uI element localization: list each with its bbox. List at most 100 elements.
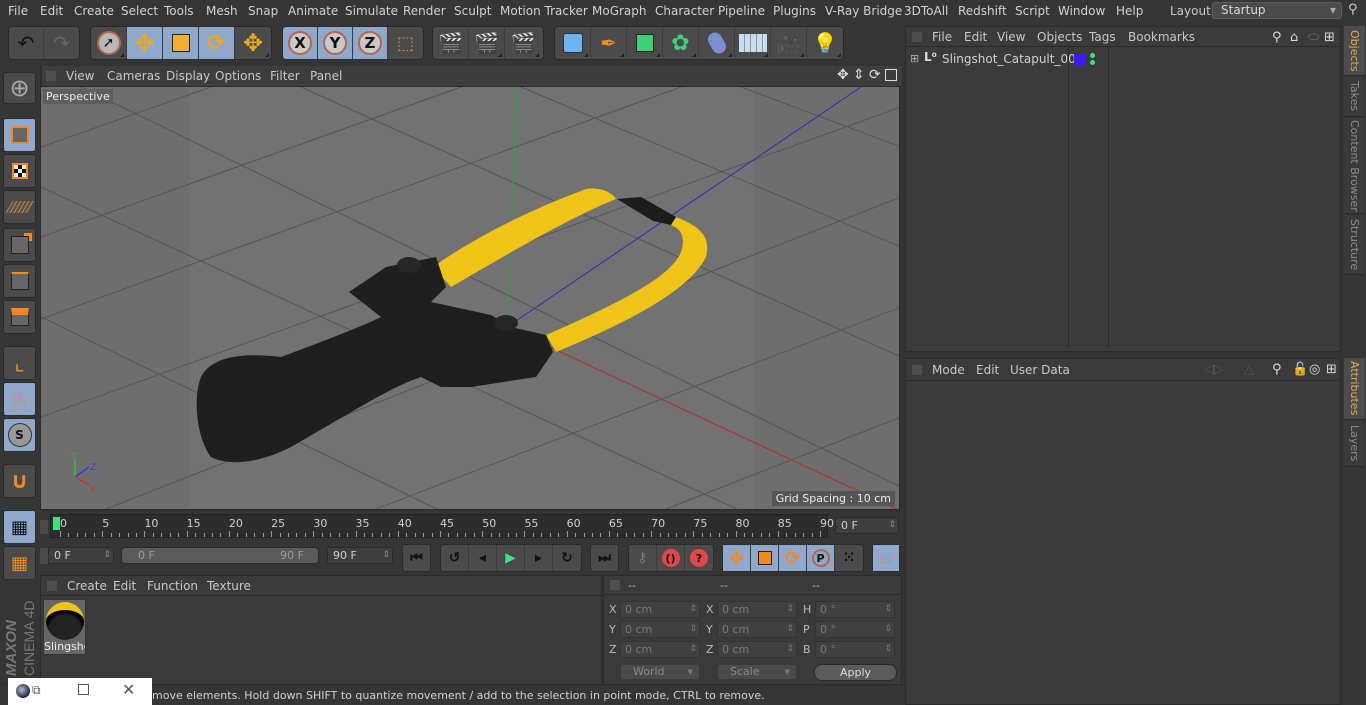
next-frame-button[interactable]: ▸ <box>525 545 553 571</box>
viewport-menu-filter[interactable]: Filter <box>270 69 300 83</box>
zoom-view-icon[interactable]: ⇕ <box>853 67 865 83</box>
add-floor-button[interactable] <box>735 27 771 59</box>
panel-grip-icon[interactable] <box>912 365 922 375</box>
render-settings-button[interactable]: 🎬 <box>505 27 541 59</box>
menu-plugins[interactable]: Plugins <box>773 4 816 18</box>
add-cloner-button[interactable]: ✿ <box>663 27 699 59</box>
size-y-field[interactable]: 0 cm <box>717 621 797 638</box>
next-key-button[interactable]: ↻ <box>553 545 581 571</box>
viewport-menu-view[interactable]: View <box>66 69 94 83</box>
add-light-button[interactable]: 💡 <box>807 27 843 59</box>
layout-dropdown[interactable]: Startup <box>1212 2 1342 19</box>
menu-tools[interactable]: Tools <box>164 4 194 18</box>
timeline-window-button[interactable]: ▤ <box>872 544 900 572</box>
key-parameter-button[interactable]: P <box>807 545 835 571</box>
search-icon[interactable]: ⚲ <box>1272 30 1282 45</box>
rotate-tool-button[interactable]: ⟳ <box>199 27 235 59</box>
start-frame-field[interactable]: 0 F <box>48 547 114 564</box>
move-tool-button[interactable]: ✥ <box>127 27 163 59</box>
frame-range-slider[interactable]: 0 F 90 F <box>121 547 319 564</box>
object-row[interactable]: ⊞ L⁰ Slingshot_Catapult_001 <box>908 47 1338 347</box>
prev-frame-button[interactable]: ◂ <box>469 545 497 571</box>
rot-b-field[interactable]: 0 ° <box>815 641 895 658</box>
polygons-mode-button[interactable] <box>3 300 36 334</box>
model-mode-button[interactable] <box>3 118 36 152</box>
expand-icon[interactable]: ⊞ <box>910 52 919 65</box>
menu-motion-tracker[interactable]: Motion Tracker <box>500 4 588 18</box>
key-pla-button[interactable]: ⁙ <box>835 545 863 571</box>
add-deformer-button[interactable] <box>699 27 735 59</box>
workplane-mode-button[interactable] <box>3 190 36 224</box>
playhead[interactable] <box>53 517 60 530</box>
material-slot[interactable]: Slingshc <box>43 599 86 655</box>
coordinate-space-dropdown[interactable]: World <box>620 664 700 680</box>
menu-vray-bridge[interactable]: V-Ray Bridge <box>825 4 902 18</box>
points-mode-button[interactable] <box>3 228 36 262</box>
tab-layers[interactable]: Layers <box>1344 421 1365 467</box>
material-menu-create[interactable]: Create <box>67 579 107 593</box>
add-spline-button[interactable]: ✒ <box>591 27 627 59</box>
autokey-button[interactable]: () <box>657 545 685 571</box>
menu-animate[interactable]: Animate <box>288 4 338 18</box>
transport-grip-icon[interactable] <box>40 548 48 564</box>
menu-edit[interactable]: Edit <box>40 4 63 18</box>
render-visibility-dot[interactable] <box>1090 60 1095 65</box>
viewport-menu-display[interactable]: Display <box>166 69 210 83</box>
edges-mode-button[interactable] <box>3 264 36 298</box>
panel-grip-icon[interactable] <box>912 32 922 42</box>
scale-tool-button[interactable] <box>163 27 199 59</box>
search-icon[interactable]: ⚲ <box>1272 362 1282 377</box>
viewport-menu-options[interactable]: Options <box>215 69 261 83</box>
maximize-view-icon[interactable] <box>885 69 897 81</box>
menu-help[interactable]: Help <box>1116 4 1143 18</box>
timeline-grip-icon[interactable] <box>40 520 48 534</box>
end-frame-field[interactable]: 90 F <box>327 547 393 564</box>
solo-mode-button[interactable]: S <box>3 418 36 452</box>
live-selection-button[interactable]: ➚ <box>91 27 127 59</box>
menu-sculpt[interactable]: Sculpt <box>454 4 491 18</box>
menu-mesh[interactable]: Mesh <box>206 4 238 18</box>
pos-z-field[interactable]: 0 cm <box>620 641 700 658</box>
timeline-ruler[interactable]: 0 5 10 15 20 25 30 35 40 45 50 55 60 65 70 75 80 85 90 <box>50 514 834 538</box>
workplane-align-button[interactable]: ▦ <box>3 546 36 580</box>
pos-y-field[interactable]: 0 cm <box>620 621 700 638</box>
goto-start-button[interactable]: ⏮ <box>402 544 431 572</box>
panel-grip-icon[interactable] <box>46 71 56 81</box>
goto-end-button[interactable]: ⏭ <box>590 544 619 572</box>
pos-x-field[interactable]: 0 cm <box>620 601 700 618</box>
objects-menu-bookmarks[interactable]: Bookmarks <box>1128 30 1195 44</box>
add-subdivision-button[interactable] <box>627 27 663 59</box>
home-icon[interactable]: ⌂ <box>1290 30 1298 45</box>
last-tool-button[interactable]: ✥ <box>235 27 271 59</box>
panel-grip-icon[interactable] <box>47 581 57 591</box>
tab-takes[interactable]: Takes <box>1344 77 1365 117</box>
menu-render[interactable]: Render <box>403 4 446 18</box>
x-axis-toggle[interactable]: X <box>283 27 318 59</box>
objects-menu-file[interactable]: File <box>932 30 952 44</box>
render-view-button[interactable]: 🎬 <box>433 27 469 59</box>
keyframe-selection-button[interactable]: ? <box>685 545 713 571</box>
menu-file[interactable]: File <box>8 4 28 18</box>
menu-redshift[interactable]: Redshift <box>958 4 1007 18</box>
rot-p-field[interactable]: 0 ° <box>815 621 895 638</box>
menu-select[interactable]: Select <box>121 4 158 18</box>
lock-icon[interactable]: 🔓 <box>1292 362 1308 377</box>
menu-create[interactable]: Create <box>74 4 114 18</box>
undo-button[interactable]: ↶ <box>9 27 45 59</box>
snap-toggle-button[interactable]: ∪ <box>3 464 36 498</box>
add-camera-button[interactable]: 🎥 <box>771 27 807 59</box>
make-editable-button[interactable]: ⊕ <box>3 72 36 104</box>
lock-workplane-button[interactable]: ▦ <box>3 510 36 544</box>
key-scale-button[interactable] <box>751 545 779 571</box>
current-frame-field[interactable]: 0 F <box>835 517 899 534</box>
size-x-field[interactable]: 0 cm <box>717 601 797 618</box>
render-picture-viewer-button[interactable]: 🎬 <box>469 27 505 59</box>
y-axis-toggle[interactable]: Y <box>318 27 353 59</box>
key-position-button[interactable]: ✥ <box>723 545 751 571</box>
rot-h-field[interactable]: 0 ° <box>815 601 895 618</box>
redo-button[interactable]: ↷ <box>44 27 79 59</box>
close-icon[interactable]: ✕ <box>122 680 135 699</box>
objects-menu-view[interactable]: View <box>997 30 1025 44</box>
search-icon[interactable]: ⚲ <box>1348 2 1358 17</box>
menu-pipeline[interactable]: Pipeline <box>718 4 765 18</box>
